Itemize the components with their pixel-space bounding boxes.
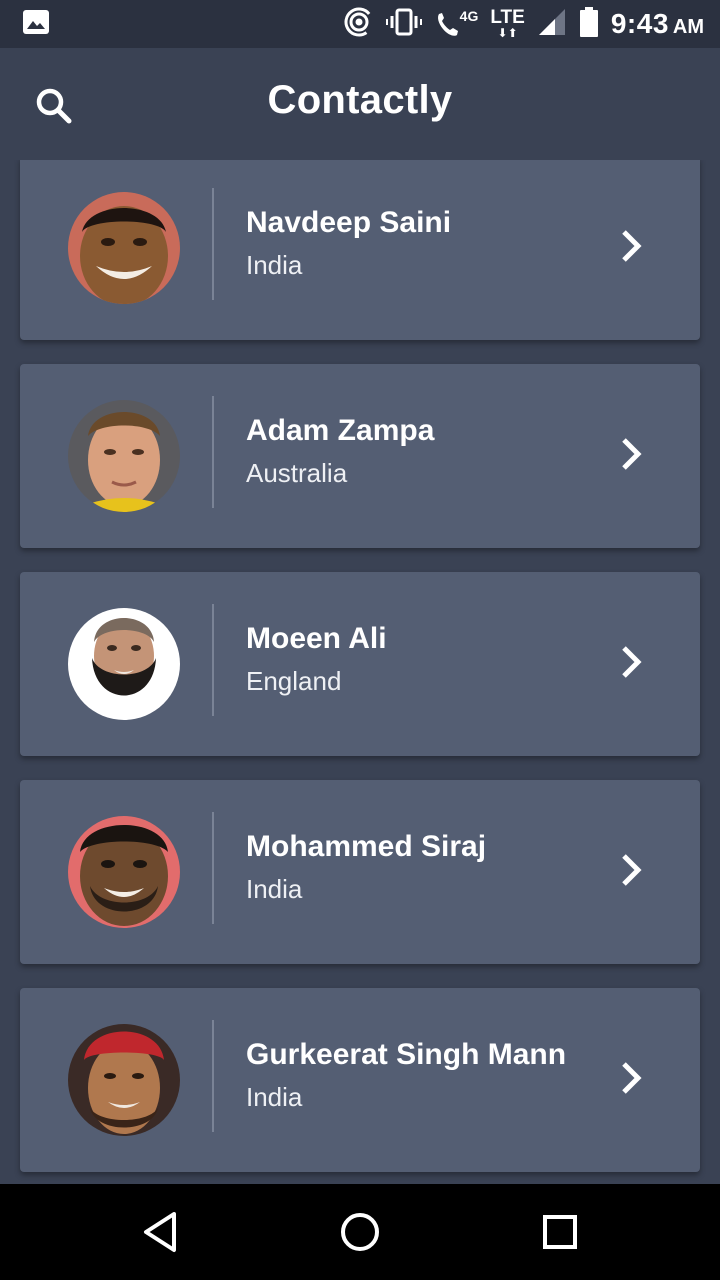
home-button[interactable] (336, 1208, 384, 1256)
battery-icon (579, 6, 599, 43)
card-divider (212, 812, 214, 924)
avatar (68, 1024, 180, 1136)
chevron-right-icon[interactable] (614, 1058, 648, 1098)
contact-card[interactable]: Moeen Ali England (20, 572, 700, 756)
status-right: 4G LTE ⬇⬆ 9:43 AM (344, 6, 704, 43)
data-arrows-icon: ⬇⬆ (497, 26, 518, 40)
recents-button[interactable] (536, 1208, 584, 1256)
contact-name: Moeen Ali (246, 622, 387, 655)
contact-country: India (246, 250, 303, 280)
contact-name: Navdeep Saini (246, 206, 452, 239)
system-nav-bar (0, 1184, 720, 1280)
contact-card[interactable]: Gurkeerat Singh Mann India (20, 988, 700, 1172)
contact-country: India (246, 874, 303, 904)
contact-name: Mohammed Siraj (246, 830, 487, 863)
status-ampm: AM (672, 16, 704, 38)
card-divider (212, 1020, 214, 1132)
chevron-right-icon[interactable] (614, 226, 648, 266)
contact-card[interactable]: Navdeep Saini India (20, 160, 700, 340)
status-time: 9:43 (610, 8, 669, 39)
contact-name: Gurkeerat Singh Mann (246, 1038, 567, 1071)
clock: 9:43 AM (611, 8, 704, 40)
network-type-label: 4G (459, 8, 479, 24)
home-circle-icon (341, 1213, 379, 1251)
avatar (68, 816, 180, 928)
card-divider (212, 604, 214, 716)
contact-name: Adam Zampa (246, 414, 435, 447)
card-divider (212, 188, 214, 300)
status-bar: 4G LTE ⬇⬆ 9:43 AM (0, 0, 720, 48)
vibrate-icon (385, 7, 422, 42)
status-left (22, 8, 50, 41)
chevron-right-icon[interactable] (614, 642, 648, 682)
back-triangle-icon (144, 1212, 176, 1252)
chevron-right-icon[interactable] (614, 434, 648, 474)
contact-country: India (246, 1082, 303, 1112)
hotspot-icon (344, 7, 374, 42)
avatar (68, 192, 180, 304)
contact-country: England (246, 666, 342, 696)
avatar (68, 400, 180, 512)
contact-list[interactable]: Navdeep Saini India Adam Zampa Australia (0, 160, 720, 1184)
chevron-right-icon[interactable] (614, 850, 648, 890)
card-divider (212, 396, 214, 508)
lte-indicator: LTE ⬇⬆ (490, 7, 525, 40)
back-button[interactable] (136, 1208, 184, 1256)
phone-icon (437, 13, 458, 36)
app-bar: Contactly (0, 48, 720, 160)
contact-card[interactable]: Mohammed Siraj India (20, 780, 700, 964)
contact-country: Australia (246, 458, 348, 488)
signal-icon (537, 7, 567, 42)
contact-card[interactable]: Adam Zampa Australia (20, 364, 700, 548)
recents-square-icon (543, 1215, 577, 1249)
avatar (68, 608, 180, 720)
gallery-notification-icon (22, 8, 50, 41)
volte-call-indicator: 4G (434, 8, 479, 39)
app-title: Contactly (267, 78, 453, 122)
lte-label: LTE (490, 7, 525, 28)
